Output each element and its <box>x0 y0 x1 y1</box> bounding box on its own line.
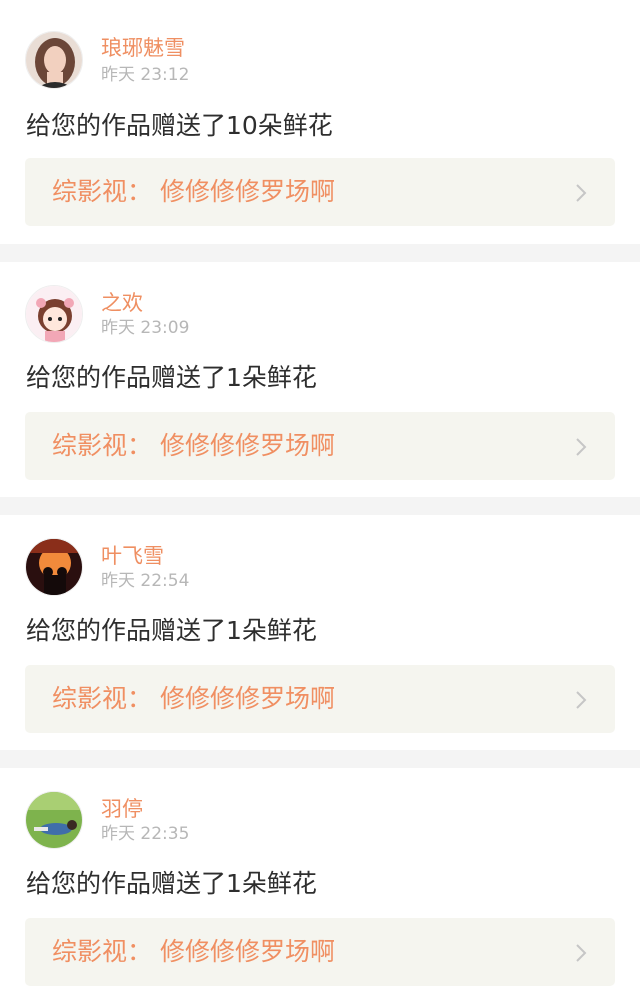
chevron-right-icon <box>575 183 587 203</box>
work-link[interactable]: 综影视： 修修修修罗场啊 <box>25 918 615 986</box>
notification-card: 之欢 昨天 23:09 给您的作品赠送了1朵鲜花 综影视： 修修修修罗场啊 <box>0 262 640 506</box>
divider <box>0 497 640 515</box>
work-title: 综影视： 修修修修罗场啊 <box>52 431 335 460</box>
notification-card: 叶飞雪 昨天 22:54 给您的作品赠送了1朵鲜花 综影视： 修修修修罗场啊 <box>0 515 640 759</box>
avatar-cartoon-girl-icon[interactable] <box>25 285 83 343</box>
avatar-person-on-grass-icon[interactable] <box>25 791 83 849</box>
work-link[interactable]: 综影视： 修修修修罗场啊 <box>25 665 615 733</box>
work-link[interactable]: 综影视： 修修修修罗场啊 <box>25 412 615 480</box>
notification-message: 给您的作品赠送了1朵鲜花 <box>26 363 317 392</box>
work-title: 综影视： 修修修修罗场啊 <box>52 937 335 966</box>
divider <box>0 750 640 768</box>
username[interactable]: 之欢 <box>101 290 143 316</box>
notification-card: 琅琊魅雪 昨天 23:12 给您的作品赠送了10朵鲜花 综影视： 修修修修罗场啊 <box>0 0 640 244</box>
notification-card: 羽停 昨天 22:35 给您的作品赠送了1朵鲜花 综影视： 修修修修罗场啊 <box>0 768 640 991</box>
divider <box>0 244 640 262</box>
notification-message: 给您的作品赠送了1朵鲜花 <box>26 616 317 645</box>
timestamp: 昨天 22:54 <box>101 571 190 591</box>
timestamp: 昨天 22:35 <box>101 824 190 844</box>
chevron-right-icon <box>575 437 587 457</box>
work-link[interactable]: 综影视： 修修修修罗场啊 <box>25 158 615 226</box>
username[interactable]: 羽停 <box>101 796 143 822</box>
notification-message: 给您的作品赠送了1朵鲜花 <box>26 869 317 898</box>
avatar-sunset-couple-icon[interactable] <box>25 538 83 596</box>
work-title: 综影视： 修修修修罗场啊 <box>52 177 335 206</box>
notification-message: 给您的作品赠送了10朵鲜花 <box>26 111 333 140</box>
work-title: 综影视： 修修修修罗场啊 <box>52 684 335 713</box>
timestamp: 昨天 23:12 <box>101 65 190 85</box>
timestamp: 昨天 23:09 <box>101 318 190 338</box>
chevron-right-icon <box>575 943 587 963</box>
username[interactable]: 叶飞雪 <box>101 543 164 569</box>
username[interactable]: 琅琊魅雪 <box>101 35 185 61</box>
chevron-right-icon <box>575 690 587 710</box>
avatar-portrait-girl-icon[interactable] <box>25 31 83 89</box>
